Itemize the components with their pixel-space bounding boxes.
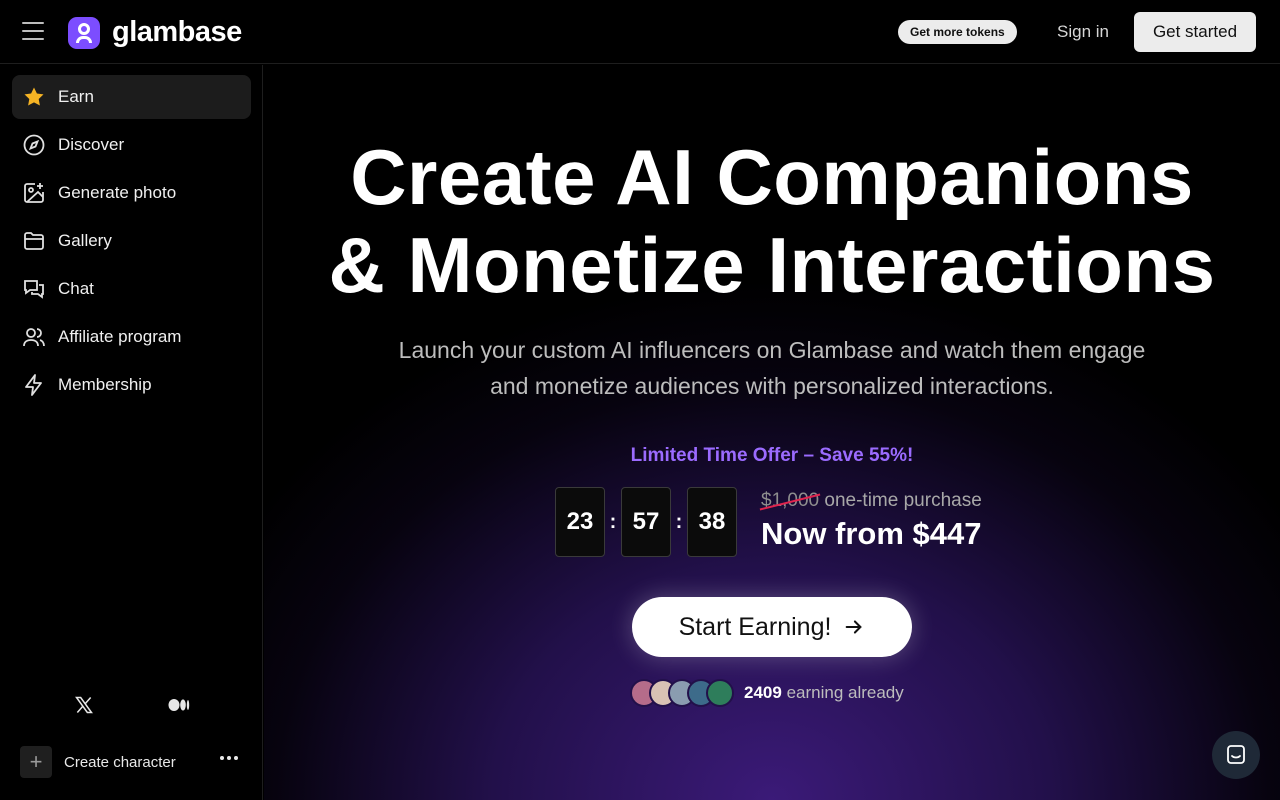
original-price-value: $1,000 [761,490,820,511]
sidebar-item-label: Earn [58,87,94,106]
sidebar-item-label: Chat [58,279,94,298]
logo[interactable]: glambase [68,16,242,49]
limited-offer-text: Limited Time Offer – Save 55%! [630,445,914,466]
sidebar-item-discover[interactable]: Discover [12,123,251,167]
sidebar-item-generate-photo[interactable]: Generate photo [12,171,251,215]
plus-icon: + [20,746,52,778]
sidebar-item-membership[interactable]: Membership [12,363,251,407]
image-plus-icon [22,181,46,205]
earning-count-text: 2409 earning already [744,683,904,703]
price-block: $1,000 one-time purchase Now from $447 [761,490,982,552]
users-icon [22,325,46,349]
star-icon [22,85,46,109]
original-price: $1,000 one-time purchase [761,490,982,512]
hero-subtitle: Launch your custom AI influencers on Gla… [398,337,1146,399]
support-chat-icon[interactable] [1212,731,1260,779]
original-price-suffix: one-time purchase [824,490,982,511]
avatar-stack [630,679,734,707]
lightning-icon [22,373,46,397]
sidebar-item-affiliate-program[interactable]: Affiliate program [12,315,251,359]
medium-icon[interactable] [168,695,190,720]
arrow-right-icon [843,616,865,638]
compass-icon [22,133,46,157]
get-more-tokens-button[interactable]: Get more tokens [898,20,1017,44]
sign-in-link[interactable]: Sign in [1057,22,1109,42]
hero-title-line-2: & Monetize Interactions [328,221,1216,309]
folder-icon [22,229,46,253]
timer-minutes: 57 [621,487,671,557]
start-earning-button[interactable]: Start Earning! [632,597,912,657]
current-price: Now from $447 [761,516,982,551]
avatar [706,679,734,707]
timer-hours: 23 [555,487,605,557]
brand-name: glambase [112,16,242,48]
top-bar: glambase Get more tokens Sign in Get sta… [0,0,1280,64]
timer-seconds: 38 [687,487,737,557]
start-earning-label: Start Earning! [678,612,832,641]
earners-row: 2409 earning already [630,679,904,707]
countdown-timer: 23 : 57 : 38 [555,487,737,557]
sidebar-item-earn[interactable]: Earn [12,75,251,119]
chat-icon [22,277,46,301]
hero-title: Create AI Companions & Monetize Interact… [264,133,1280,309]
earning-count: 2409 [744,683,782,702]
more-options-icon[interactable] [220,756,238,760]
get-started-button[interactable]: Get started [1134,12,1256,52]
create-character-label: Create character [64,753,176,771]
timer-separator: : [675,510,683,533]
sidebar-item-label: Discover [58,135,125,154]
sidebar-item-gallery[interactable]: Gallery [12,219,251,263]
sidebar-item-label: Generate photo [58,183,177,202]
hamburger-menu-icon[interactable] [22,22,46,42]
earning-suffix: earning already [786,683,904,702]
sidebar-item-chat[interactable]: Chat [12,267,251,311]
sidebar-item-label: Affiliate program [58,327,182,346]
x-icon[interactable] [74,695,94,720]
sidebar-item-label: Membership [58,375,152,394]
main-content: Create AI Companions & Monetize Interact… [264,65,1280,800]
sidebar: Earn Discover Generate photo Gallery Cha… [0,65,263,800]
sidebar-item-label: Gallery [58,231,112,250]
timer-separator: : [609,510,617,533]
logo-icon [68,16,100,49]
create-character-button[interactable]: + Create character [20,746,242,778]
hero-title-line-1: Create AI Companions [350,133,1194,221]
